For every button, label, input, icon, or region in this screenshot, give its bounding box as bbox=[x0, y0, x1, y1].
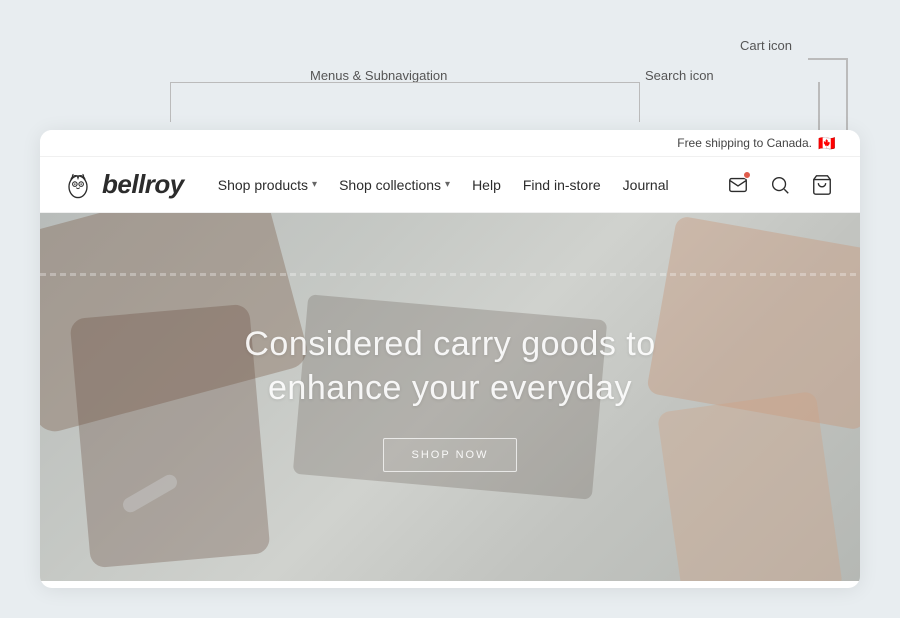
cart-annotation-line-h bbox=[808, 58, 848, 60]
hero-content: Considered carry goods to enhance your e… bbox=[244, 322, 655, 472]
journal-nav-item[interactable]: Journal bbox=[613, 171, 679, 199]
hero-title-line1: Considered carry goods to bbox=[244, 325, 655, 363]
cart-annotation-label: Cart icon bbox=[740, 38, 792, 53]
search-annotation-label: Search icon bbox=[645, 68, 714, 83]
hero-title-line2: enhance your everyday bbox=[268, 369, 632, 407]
hero-zipper-decor bbox=[40, 273, 860, 276]
top-bar: Free shipping to Canada. 🇨🇦 bbox=[40, 130, 860, 157]
shipping-text: Free shipping to Canada. bbox=[677, 136, 812, 150]
main-card: Free shipping to Canada. 🇨🇦 bellroy bbox=[40, 130, 860, 588]
nav-icons bbox=[720, 167, 840, 203]
hero-title: Considered carry goods to enhance your e… bbox=[244, 322, 655, 410]
shop-products-nav-item[interactable]: Shop products ▾ bbox=[208, 171, 327, 199]
logo-link[interactable]: bellroy bbox=[60, 167, 184, 203]
cart-annotation-line-v bbox=[846, 58, 848, 140]
bellroy-owl-logo bbox=[60, 167, 96, 203]
hero-decor-4 bbox=[657, 391, 843, 581]
find-in-store-nav-item[interactable]: Find in-store bbox=[513, 171, 611, 199]
canada-flag: 🇨🇦 bbox=[818, 137, 836, 149]
hero-decor-2 bbox=[69, 304, 270, 569]
email-button[interactable] bbox=[720, 167, 756, 203]
shop-products-chevron-icon: ▾ bbox=[312, 179, 317, 190]
hero-section: Considered carry goods to enhance your e… bbox=[40, 213, 860, 581]
shop-collections-nav-item[interactable]: Shop collections ▾ bbox=[329, 171, 460, 199]
shop-collections-chevron-icon: ▾ bbox=[445, 179, 450, 190]
journal-label: Journal bbox=[623, 177, 669, 193]
menus-annotation-line bbox=[170, 82, 640, 122]
shop-collections-label: Shop collections bbox=[339, 177, 441, 193]
cart-button[interactable] bbox=[804, 167, 840, 203]
search-icon bbox=[769, 174, 791, 196]
shop-now-button[interactable]: SHOP NOW bbox=[383, 438, 518, 472]
find-in-store-label: Find in-store bbox=[523, 177, 601, 193]
logo-text: bellroy bbox=[102, 169, 184, 200]
cart-icon bbox=[811, 174, 833, 196]
help-label: Help bbox=[472, 177, 501, 193]
menus-annotation-label: Menus & Subnavigation bbox=[310, 68, 447, 83]
search-button[interactable] bbox=[762, 167, 798, 203]
navbar: bellroy Shop products ▾ Shop collections… bbox=[40, 157, 860, 213]
nav-items: Shop products ▾ Shop collections ▾ Help … bbox=[208, 171, 720, 199]
help-nav-item[interactable]: Help bbox=[462, 171, 511, 199]
shop-products-label: Shop products bbox=[218, 177, 308, 193]
notification-dot bbox=[743, 171, 751, 179]
